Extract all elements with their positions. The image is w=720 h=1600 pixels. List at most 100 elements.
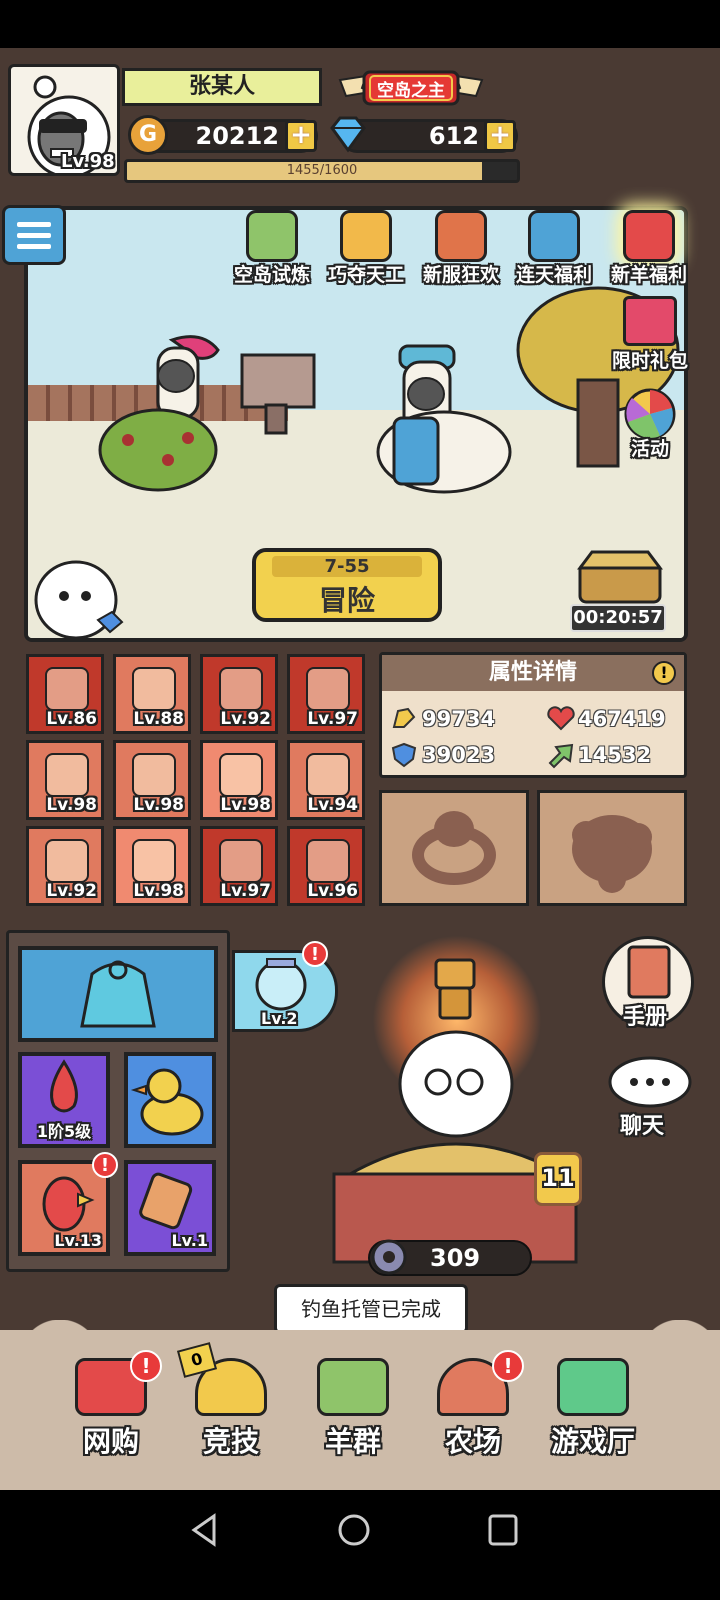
handbook-button[interactable]: 手册 xyxy=(602,936,694,1030)
helper-sheep-icon xyxy=(34,560,124,638)
home-sheep-icon[interactable] xyxy=(330,1024,580,1264)
event-label: 巧夺天工 xyxy=(327,264,404,286)
limited-gift-pack-button[interactable]: 限时礼包 xyxy=(608,296,692,373)
gear-icon xyxy=(371,1239,407,1275)
diamond-icon xyxy=(326,114,370,154)
attack-arm-icon xyxy=(392,707,416,728)
flock-icon xyxy=(317,1358,389,1416)
title-badge[interactable]: 空岛之主 xyxy=(336,66,486,110)
red-drop-icon xyxy=(50,1059,78,1113)
signboard-icon xyxy=(132,839,176,883)
equipment-slot[interactable]: Lv.88 xyxy=(113,654,191,734)
sheep-level-badge: 11 xyxy=(534,1152,582,1206)
fountain-icon xyxy=(306,667,350,711)
equipment-level: Lv.92 xyxy=(46,881,97,901)
event-daily-welfare[interactable]: 连天福利 xyxy=(508,210,600,287)
equipment-slot[interactable]: Lv.86 xyxy=(26,654,104,734)
equipment-level: Lv.96 xyxy=(307,881,358,901)
arcade-icon xyxy=(557,1358,629,1416)
chat-button[interactable]: 聊天 xyxy=(604,1050,696,1140)
equipment-slot[interactable]: Lv.98 xyxy=(113,826,191,906)
equipment-slot[interactable]: Lv.94 xyxy=(287,740,365,820)
comb-slot[interactable]: Lv.1 xyxy=(124,1160,216,1256)
equipment-slot[interactable]: Lv.97 xyxy=(200,826,278,906)
recents-icon[interactable] xyxy=(486,1512,520,1548)
activity-label: 活动 xyxy=(630,438,669,460)
shield-icon xyxy=(391,742,417,768)
event-new-sheep[interactable]: 新羊福利 xyxy=(603,210,695,287)
bag-slot[interactable] xyxy=(18,946,218,1042)
nav-farm-label: 农场 xyxy=(444,1425,501,1458)
player-alpaca-icon xyxy=(376,344,512,494)
attribute-panel: 属性详情 ! 99734 467419 39023 14532 xyxy=(379,652,687,778)
enemy-alpaca-icon xyxy=(98,335,220,492)
reward-timer: 00:20:57 xyxy=(570,604,666,632)
equipment-level: Lv.86 xyxy=(46,709,97,729)
title-text: 空岛之主 xyxy=(377,81,445,101)
hair-icon xyxy=(45,667,89,711)
equipment-slot[interactable]: Lv.97 xyxy=(287,654,365,734)
duck-slot[interactable] xyxy=(124,1052,216,1148)
event-island-trial[interactable]: 空岛试炼 xyxy=(226,210,318,287)
pacifier-slot[interactable] xyxy=(379,790,529,906)
parrot-level: Lv.13 xyxy=(54,1231,102,1250)
gear-count: 309 xyxy=(430,1244,481,1272)
speed-arrow-icon xyxy=(548,743,574,769)
fishbowl-level: Lv.2 xyxy=(261,1009,298,1028)
flower-icon xyxy=(219,753,263,797)
egg-slot[interactable]: 1阶5级 xyxy=(18,1052,110,1148)
event-workshop[interactable]: 巧夺天工 xyxy=(320,210,412,287)
gift-pack-label: 限时礼包 xyxy=(611,350,688,372)
nav-arcade[interactable]: 游戏厅 xyxy=(538,1358,648,1460)
stage-number: 7-55 xyxy=(272,556,422,577)
event-label: 空岛试炼 xyxy=(233,264,310,286)
rubber-duck-icon xyxy=(130,1068,204,1136)
add-gem-button[interactable]: + xyxy=(484,120,516,152)
gate-icon xyxy=(306,839,350,883)
info-icon[interactable]: ! xyxy=(652,661,676,685)
fishbowl-alert-icon: ! xyxy=(302,941,328,967)
nav-arena-label: 竞技 xyxy=(202,1425,259,1458)
comb-icon xyxy=(139,1172,193,1230)
home-icon[interactable] xyxy=(336,1512,372,1548)
equipment-slot[interactable]: Lv.92 xyxy=(26,826,104,906)
status-bar xyxy=(0,0,720,48)
equipment-slot[interactable]: Lv.96 xyxy=(287,826,365,906)
equipment-slot[interactable]: Lv.98 xyxy=(26,740,104,820)
add-gold-button[interactable]: + xyxy=(285,120,317,152)
player-level: Lv.98 xyxy=(61,151,115,172)
activity-button[interactable]: 活动 xyxy=(608,386,692,461)
heart-icon xyxy=(547,706,575,731)
equipment-slot[interactable]: Lv.98 xyxy=(200,740,278,820)
equipment-level: Lv.98 xyxy=(220,795,271,815)
equipment-level: Lv.92 xyxy=(220,709,271,729)
event-label: 新羊福利 xyxy=(610,264,687,286)
plant-pot-icon xyxy=(306,753,350,797)
event-label: 新服狂欢 xyxy=(422,264,499,286)
event-new-server[interactable]: 新服狂欢 xyxy=(415,210,507,287)
back-icon[interactable] xyxy=(188,1512,220,1548)
equipment-slot[interactable]: Lv.98 xyxy=(113,740,191,820)
lucky-sheep-icon xyxy=(623,210,675,262)
wrench-icon xyxy=(219,839,263,883)
equipment-level: Lv.88 xyxy=(133,709,184,729)
equipment-level: Lv.94 xyxy=(307,795,358,815)
hamburger-icon xyxy=(17,222,51,249)
player-avatar[interactable]: Lv.98 xyxy=(8,64,120,176)
nav-flock[interactable]: 羊群 xyxy=(298,1358,408,1460)
xp-bar: 1455/1600 xyxy=(124,159,520,183)
robot-statue-icon[interactable] xyxy=(430,956,480,1024)
menu-button[interactable] xyxy=(2,205,66,265)
egg-stage-label: 1阶5级 xyxy=(36,1122,92,1141)
sheep-level: 11 xyxy=(541,1164,575,1192)
fur-slot[interactable] xyxy=(537,790,687,906)
player-name: 张某人 xyxy=(122,68,322,106)
adventure-button[interactable]: 7-55 冒险 xyxy=(252,548,442,622)
chest-reward-icon[interactable] xyxy=(572,546,668,604)
equipment-slot[interactable]: Lv.92 xyxy=(200,654,278,734)
equipment-level: Lv.98 xyxy=(133,795,184,815)
gift-box-icon xyxy=(528,210,580,262)
hp-value: 467419 xyxy=(578,707,666,731)
equipment-level: Lv.98 xyxy=(46,795,97,815)
pacifier-icon xyxy=(412,811,496,885)
